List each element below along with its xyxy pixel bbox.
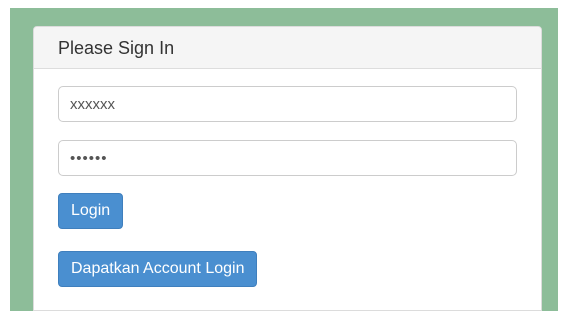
- password-input[interactable]: [58, 140, 517, 176]
- panel-title: Please Sign In: [34, 27, 541, 69]
- username-input[interactable]: [58, 86, 517, 122]
- get-account-button[interactable]: Dapatkan Account Login: [58, 251, 258, 287]
- sign-in-panel: Please Sign In Login Dapatkan Account Lo…: [33, 26, 542, 311]
- login-button[interactable]: Login: [58, 193, 124, 229]
